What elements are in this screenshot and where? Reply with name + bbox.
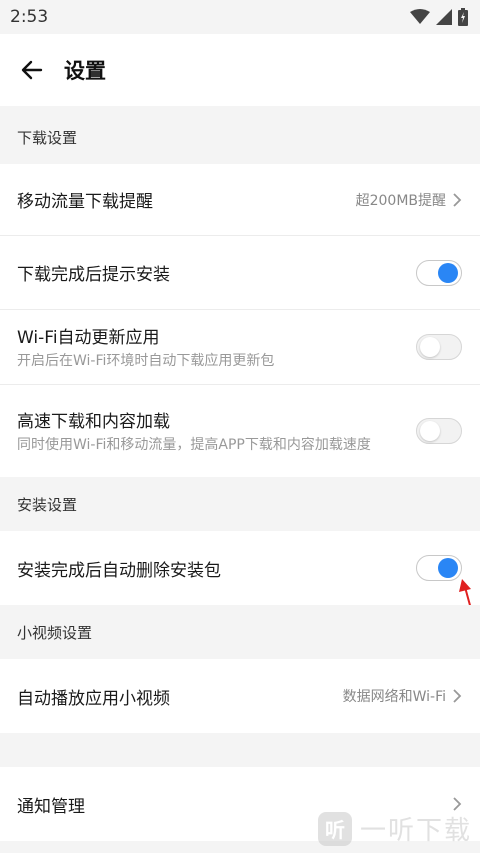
toggle-knob	[438, 558, 458, 578]
mobile-data-reminder-row[interactable]: 移动流量下载提醒 超200MB提醒	[0, 164, 480, 235]
status-time: 2:53	[10, 7, 49, 27]
row-sublabel: 开启后在Wi-Fi环境时自动下载应用更新包	[17, 352, 275, 369]
toggle-knob	[438, 262, 458, 283]
watermark: 听 一听下载	[317, 810, 472, 847]
row-label: 下载完成后提示安装	[17, 265, 170, 285]
toggle-knob	[420, 421, 440, 441]
row-label: 安装完成后自动删除安装包	[17, 560, 221, 581]
section-header-video: 小视频设置	[0, 605, 480, 659]
status-bar: 2:53	[0, 0, 480, 34]
wifi-auto-update-toggle[interactable]	[416, 334, 462, 360]
chevron-right-icon	[452, 689, 462, 703]
high-speed-toggle[interactable]	[416, 418, 462, 444]
row-label: Wi-Fi自动更新应用	[17, 327, 160, 348]
page-title: 设置	[64, 59, 106, 83]
wifi-icon	[410, 9, 430, 24]
battery-icon	[458, 8, 468, 26]
row-value: 超200MB提醒	[355, 192, 446, 209]
status-icons	[410, 8, 468, 26]
row-label: 移动流量下载提醒	[17, 192, 153, 212]
row-label: 自动播放应用小视频	[17, 688, 170, 709]
arrow-left-icon	[21, 60, 43, 80]
signal-icon	[436, 9, 452, 25]
row-sublabel: 同时使用Wi-Fi和移动流量，提高APP下载和内容加载速度	[17, 436, 371, 453]
prompt-install-toggle[interactable]	[416, 259, 462, 286]
row-label: 高速下载和内容加载	[17, 411, 170, 432]
watermark-logo: 听	[317, 811, 352, 846]
toggle-knob	[420, 337, 440, 357]
auto-delete-row: 安装完成后自动删除安装包	[0, 531, 480, 605]
prompt-install-row: 下载完成后提示安装	[0, 236, 480, 309]
row-value: 数据网络和Wi-Fi	[342, 689, 446, 705]
autoplay-video-row[interactable]: 自动播放应用小视频 数据网络和Wi-Fi	[0, 659, 480, 733]
watermark-text: 一听下载	[359, 816, 472, 846]
chevron-right-icon	[452, 797, 462, 811]
section-header-download: 下载设置	[0, 110, 480, 164]
section-header-install: 安装设置	[0, 477, 480, 531]
high-speed-row: 高速下载和内容加载 同时使用Wi-Fi和移动流量，提高APP下载和内容加载速度	[0, 385, 480, 477]
wifi-auto-update-row: Wi-Fi自动更新应用 开启后在Wi-Fi环境时自动下载应用更新包	[0, 310, 480, 384]
app-bar: 设置	[0, 34, 480, 106]
chevron-right-icon	[452, 192, 462, 207]
back-button[interactable]	[0, 34, 64, 106]
